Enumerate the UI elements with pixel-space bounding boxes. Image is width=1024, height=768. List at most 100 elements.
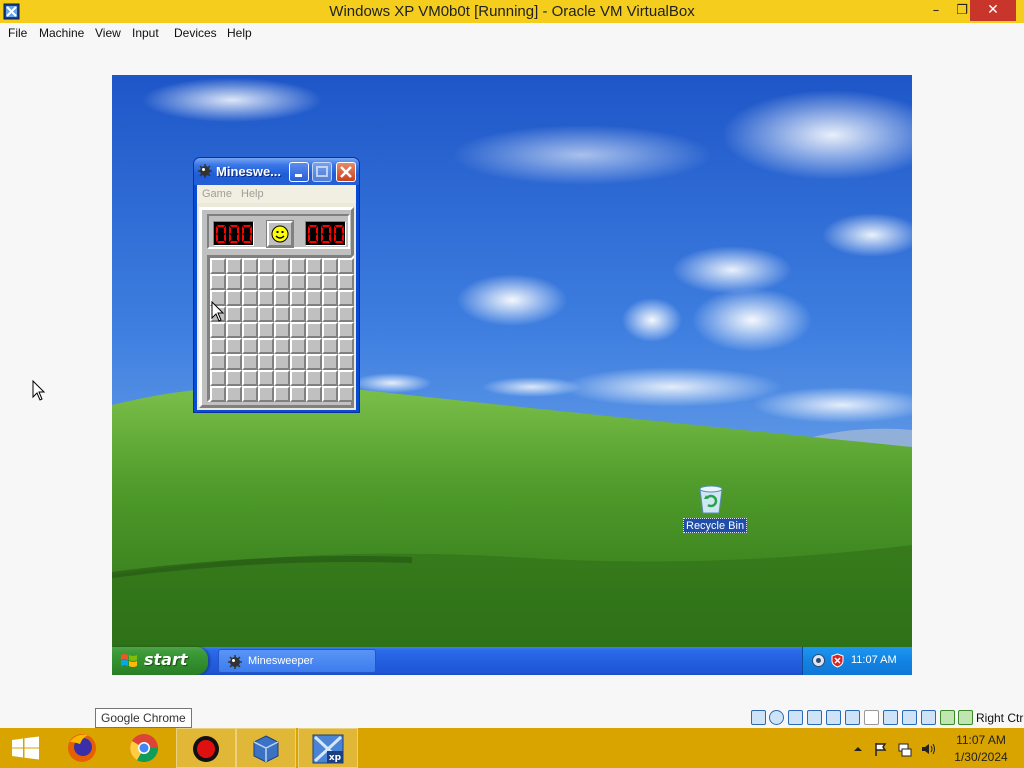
mine-cell[interactable] xyxy=(226,290,242,306)
mine-cell[interactable] xyxy=(258,386,274,402)
menu-devices[interactable]: Devices xyxy=(174,26,217,40)
mine-cell[interactable] xyxy=(242,370,258,386)
mine-cell[interactable] xyxy=(338,354,354,370)
mine-cell[interactable] xyxy=(210,322,226,338)
mine-cell[interactable] xyxy=(242,290,258,306)
mine-cell[interactable] xyxy=(322,338,338,354)
audio-icon[interactable] xyxy=(807,710,822,725)
mine-cell[interactable] xyxy=(290,338,306,354)
virtualbox-taskbar-button[interactable] xyxy=(236,728,296,768)
xp-vm-taskbar-button[interactable]: xp xyxy=(298,728,358,768)
mine-cell[interactable] xyxy=(322,274,338,290)
mine-cell[interactable] xyxy=(274,370,290,386)
mine-cell[interactable] xyxy=(306,354,322,370)
mine-cell[interactable] xyxy=(226,370,242,386)
mine-cell[interactable] xyxy=(274,290,290,306)
mine-cell[interactable] xyxy=(322,322,338,338)
mine-cell[interactable] xyxy=(258,258,274,274)
host-clock-time[interactable]: 11:07 AM xyxy=(941,733,1021,747)
mine-cell[interactable] xyxy=(242,322,258,338)
mine-cell[interactable] xyxy=(210,370,226,386)
volume-icon[interactable] xyxy=(920,741,936,757)
menu-file[interactable]: File xyxy=(8,26,27,40)
mine-cell[interactable] xyxy=(242,258,258,274)
network-icon[interactable] xyxy=(811,653,826,668)
mine-cell[interactable] xyxy=(210,274,226,290)
mine-cell[interactable] xyxy=(226,258,242,274)
mine-cell[interactable] xyxy=(226,386,242,402)
ms-menu-game[interactable]: Game xyxy=(202,188,232,200)
mine-cell[interactable] xyxy=(322,258,338,274)
optical-drive-icon[interactable] xyxy=(769,710,784,725)
mine-cell[interactable] xyxy=(274,386,290,402)
minesweeper-titlebar[interactable]: Mineswe... xyxy=(194,158,359,185)
mine-cell[interactable] xyxy=(258,370,274,386)
mine-cell[interactable] xyxy=(306,386,322,402)
mine-cell[interactable] xyxy=(258,274,274,290)
mine-cell[interactable] xyxy=(290,322,306,338)
usb-icon[interactable] xyxy=(845,710,860,725)
mine-cell[interactable] xyxy=(210,338,226,354)
network-icon[interactable] xyxy=(826,710,841,725)
mine-cell[interactable] xyxy=(322,386,338,402)
mine-cell[interactable] xyxy=(274,258,290,274)
mine-cell[interactable] xyxy=(258,354,274,370)
mine-cell[interactable] xyxy=(290,274,306,290)
mouse-integration-icon[interactable] xyxy=(940,710,955,725)
mine-cell[interactable] xyxy=(258,306,274,322)
video-capture-icon[interactable] xyxy=(902,710,917,725)
shared-folders-icon[interactable] xyxy=(864,710,879,725)
smiley-reset-button[interactable] xyxy=(266,220,294,248)
mine-cell[interactable] xyxy=(210,386,226,402)
ms-menu-help[interactable]: Help xyxy=(241,188,264,200)
show-hidden-icons-icon[interactable] xyxy=(850,741,866,757)
firefox-taskbar-button[interactable] xyxy=(52,728,112,768)
mine-cell[interactable] xyxy=(338,386,354,402)
guest-screen[interactable]: Recycle Bin Mineswe... Game Help start M… xyxy=(112,75,912,675)
mine-cell[interactable] xyxy=(290,354,306,370)
floppy-icon[interactable] xyxy=(788,710,803,725)
mine-cell[interactable] xyxy=(306,290,322,306)
menu-help[interactable]: Help xyxy=(227,26,252,40)
mine-cell[interactable] xyxy=(210,354,226,370)
mine-cell[interactable] xyxy=(274,274,290,290)
mine-cell[interactable] xyxy=(338,274,354,290)
mine-cell[interactable] xyxy=(290,306,306,322)
mine-cell[interactable] xyxy=(290,290,306,306)
mine-cell[interactable] xyxy=(242,274,258,290)
mine-cell[interactable] xyxy=(274,338,290,354)
display-icon[interactable] xyxy=(883,710,898,725)
host-start-button[interactable] xyxy=(0,728,52,768)
mine-cell[interactable] xyxy=(226,322,242,338)
mine-cell[interactable] xyxy=(338,290,354,306)
mine-cell[interactable] xyxy=(322,354,338,370)
mine-cell[interactable] xyxy=(338,306,354,322)
mine-cell[interactable] xyxy=(242,338,258,354)
mine-cell[interactable] xyxy=(226,354,242,370)
cpu-icon[interactable] xyxy=(921,710,936,725)
mine-cell[interactable] xyxy=(242,386,258,402)
recycle-bin-shortcut[interactable]: Recycle Bin xyxy=(682,481,748,535)
mine-cell[interactable] xyxy=(226,338,242,354)
mine-cell[interactable] xyxy=(306,338,322,354)
chrome-taskbar-button[interactable] xyxy=(114,728,174,768)
minesweeper-minimize-button[interactable] xyxy=(289,162,309,182)
mine-cell[interactable] xyxy=(322,290,338,306)
mine-cell[interactable] xyxy=(338,258,354,274)
minesweeper-close-button[interactable] xyxy=(336,162,356,182)
mine-cell[interactable] xyxy=(274,322,290,338)
mine-cell[interactable] xyxy=(306,370,322,386)
mine-cell[interactable] xyxy=(274,354,290,370)
menu-machine[interactable]: Machine xyxy=(39,26,84,40)
menu-view[interactable]: View xyxy=(95,26,121,40)
mine-cell[interactable] xyxy=(338,370,354,386)
mine-cell[interactable] xyxy=(306,306,322,322)
mine-cell[interactable] xyxy=(290,386,306,402)
mine-cell[interactable] xyxy=(258,338,274,354)
mine-cell[interactable] xyxy=(242,306,258,322)
xp-start-button[interactable]: start xyxy=(112,647,208,675)
action-center-flag-icon[interactable] xyxy=(873,741,889,757)
hard-disk-icon[interactable] xyxy=(751,710,766,725)
mine-cell[interactable] xyxy=(258,290,274,306)
mine-cell[interactable] xyxy=(322,370,338,386)
